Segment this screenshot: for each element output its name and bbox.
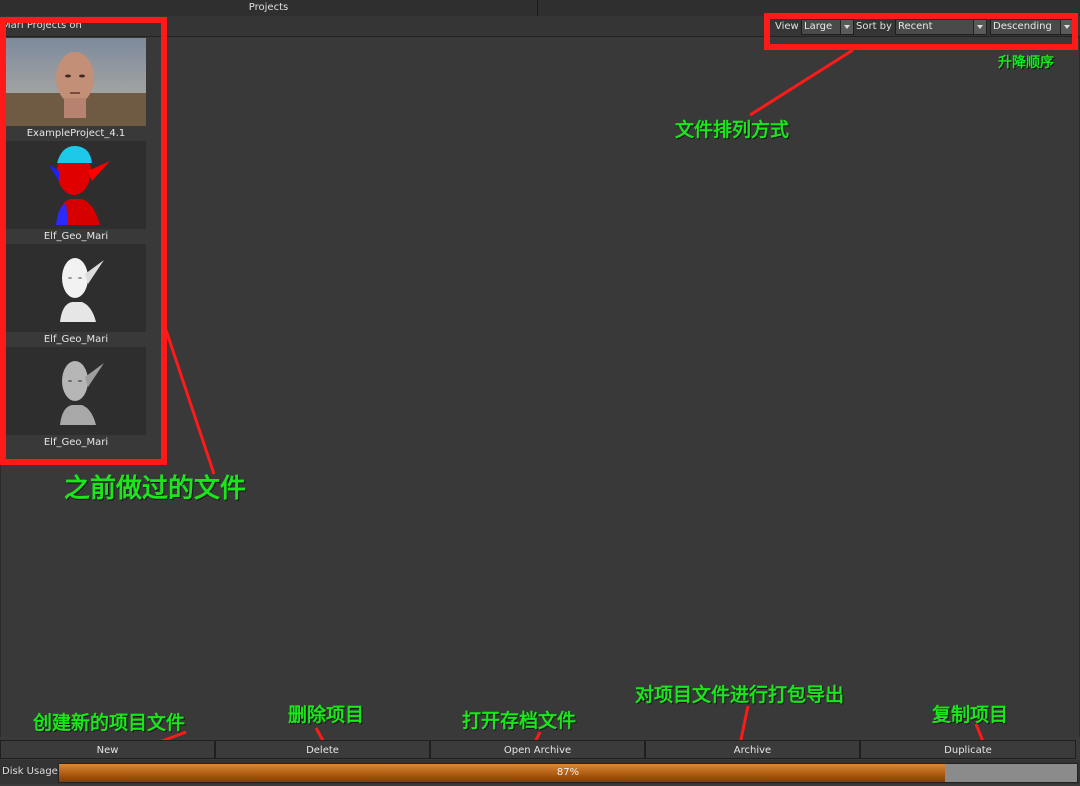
annotation-previous-files: 之前做过的文件 <box>64 474 247 504</box>
annotation-new: 创建新的项目文件 <box>33 712 186 734</box>
tab-projects[interactable]: Projects <box>0 0 538 16</box>
new-button[interactable]: New <box>0 740 215 759</box>
annotation-sort-mode: 文件排列方式 <box>675 119 790 141</box>
disk-usage-label: Disk Usage <box>2 766 58 777</box>
annotation-delete: 删除项目 <box>288 704 365 726</box>
annotation-order: 升降顺序 <box>998 55 1054 71</box>
disk-usage-bar: Disk Usage 87% <box>0 760 1080 784</box>
annotation-duplicate: 复制项目 <box>932 704 1009 726</box>
annotation-open-archive: 打开存档文件 <box>462 710 577 732</box>
sort-highlight-box <box>764 13 1078 50</box>
delete-button[interactable]: Delete <box>215 740 430 759</box>
disk-usage-percent: 87% <box>556 767 580 778</box>
disk-usage-track: 87% <box>58 763 1078 783</box>
projects-highlight-box <box>0 17 167 465</box>
annotation-archive: 对项目文件进行打包导出 <box>635 684 845 706</box>
open-archive-button[interactable]: Open Archive <box>430 740 645 759</box>
duplicate-button[interactable]: Duplicate <box>860 740 1076 759</box>
action-buttons: New Delete Open Archive Archive Duplicat… <box>0 740 1076 760</box>
archive-button[interactable]: Archive <box>645 740 860 759</box>
